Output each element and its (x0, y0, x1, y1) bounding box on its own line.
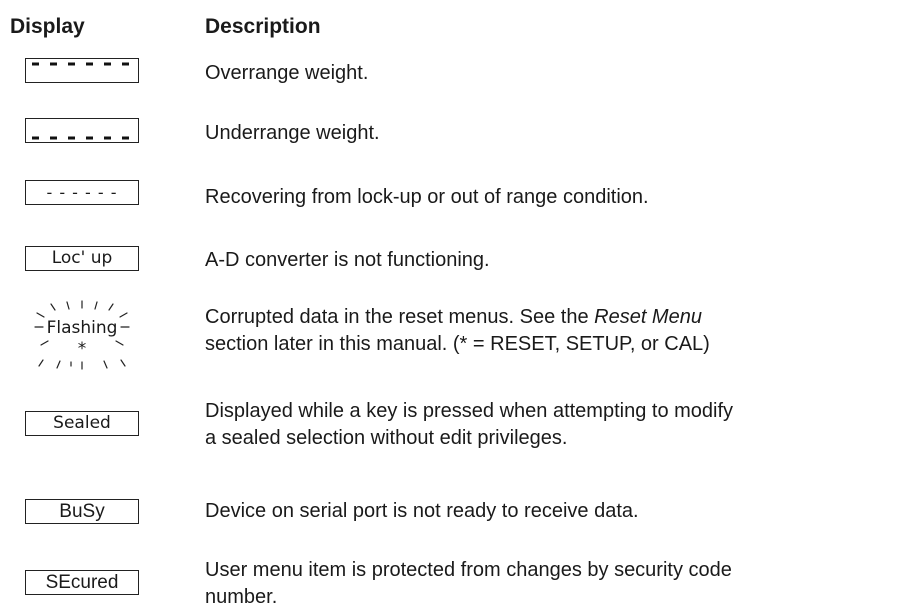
flashing-display-asterisk: * (77, 339, 87, 359)
busy-display-box: BuSy (25, 499, 139, 524)
recovering-display-box: - - - - - - (25, 180, 139, 205)
description-column-header: Description (205, 15, 321, 38)
busy-description: Device on serial port is not ready to re… (205, 500, 639, 522)
flashing-display: Flashing * (27, 300, 137, 372)
sealed-display-box: Sealed (25, 411, 139, 436)
bottom-dashes-segments-icon (32, 136, 129, 140)
secured-display-box: SEcured (25, 570, 139, 595)
lockup-display-box: Loc' up (25, 246, 139, 271)
recovering-display-text: - - - - - - (46, 182, 118, 202)
lockup-description: A-D converter is not functioning. (205, 249, 490, 271)
sealed-description: Displayed while a key is pressed when at… (205, 398, 905, 452)
flashing-display-text: Flashing (46, 318, 118, 338)
reset-menu-reference: Reset Menu (594, 306, 702, 328)
busy-display-text: BuSy (59, 501, 105, 522)
corrupted-data-description-line2: section later in this manual. (* = RESET… (205, 333, 710, 355)
secured-description-line2: number. (205, 586, 278, 608)
sealed-description-line1: Displayed while a key is pressed when at… (205, 400, 734, 422)
secured-display-text: SEcured (45, 572, 119, 593)
corrupted-data-description-text: Corrupted data in the reset menus. See t… (205, 306, 595, 328)
underrange-description: Underrange weight. (205, 122, 380, 144)
sealed-description-line2: a sealed selection without edit privileg… (205, 427, 568, 449)
recovering-description: Recovering from lock-up or out of range … (205, 186, 649, 208)
secured-description: User menu item is protected from changes… (205, 557, 905, 611)
display-column-header: Display (10, 15, 85, 38)
lockup-display-text: Loc' up (51, 248, 113, 268)
corrupted-data-description: Corrupted data in the reset menus. See t… (205, 304, 905, 358)
top-dashes-segments-icon (32, 62, 129, 66)
sealed-display-text: Sealed (53, 413, 111, 433)
overrange-description: Overrange weight. (205, 62, 369, 84)
overrange-display-box (25, 58, 139, 83)
underrange-display-box (25, 118, 139, 143)
secured-description-line1: User menu item is protected from changes… (205, 559, 732, 581)
